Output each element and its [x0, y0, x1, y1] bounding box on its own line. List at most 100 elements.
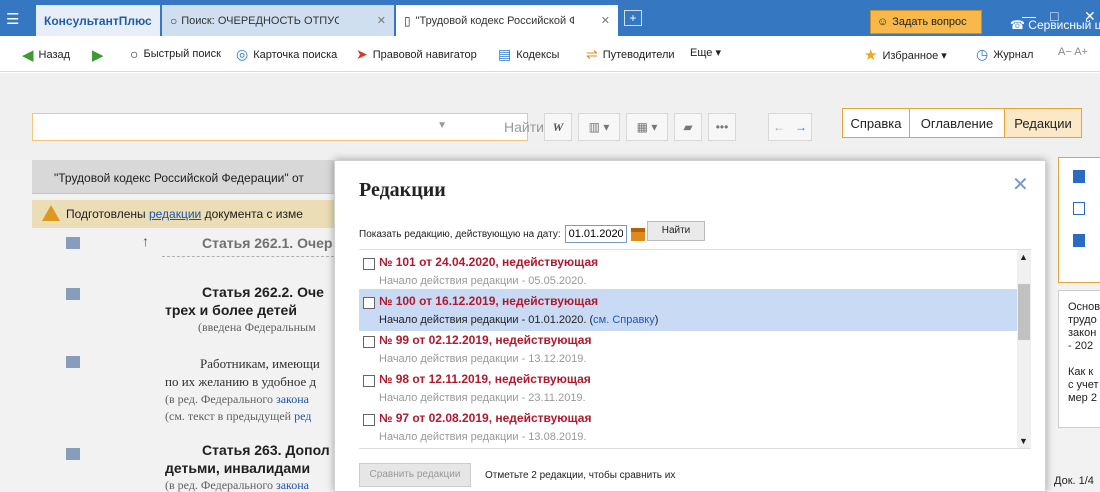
edition-title[interactable]: № 100 от 16.12.2019, недействующая: [379, 294, 598, 308]
back-label: Назад: [38, 49, 71, 61]
list-item[interactable]: № 99 от 02.12.2019, недействующая Начало…: [359, 328, 1017, 370]
main-toolbar: ◀ Назад ▶ ○ Быстрый поиск ◎ Карточка пои…: [0, 36, 1100, 72]
date-input[interactable]: [564, 225, 627, 243]
edit-icon[interactable]: [1073, 202, 1085, 215]
scroll-down-icon[interactable]: ▼: [1019, 436, 1028, 446]
edition-start-tail: ): [654, 314, 659, 326]
codes-button[interactable]: ▤ Кодексы: [498, 46, 559, 63]
comment-icon: ▰: [683, 120, 693, 134]
dropdown-arrow-icon[interactable]: ▼: [437, 120, 447, 131]
scrollbar[interactable]: ▲ ▼: [1017, 250, 1031, 448]
more-actions-button[interactable]: •••: [708, 113, 736, 141]
arrow-left-icon[interactable]: ←: [773, 120, 785, 134]
info-icon[interactable]: [1073, 170, 1085, 183]
document-counter: Док. 1/4: [1054, 475, 1094, 487]
related-line: Основ: [1068, 301, 1100, 313]
document-icon[interactable]: [1073, 234, 1085, 247]
edition-title[interactable]: № 101 от 24.04.2020, недействующая: [379, 255, 598, 269]
font-size-label: A− A+: [1058, 46, 1088, 58]
guides-label: Путеводители: [602, 48, 675, 61]
tab-editions[interactable]: Редакции: [1004, 108, 1082, 138]
edition-start: Начало действия редакции - 01.01.2020. (…: [379, 314, 658, 326]
tab-label: КонсультантПлюс: [44, 13, 152, 28]
menu-icon[interactable]: ☰: [6, 10, 19, 28]
related-line: трудо: [1068, 314, 1097, 326]
tab-label: "Трудовой кодекс Российской Федер: [415, 14, 574, 27]
document-icon: ▯: [404, 13, 411, 28]
prev-next-buttons[interactable]: ← →: [768, 113, 812, 141]
search-card-button[interactable]: ◎ Карточка поиска: [236, 46, 337, 63]
guides-icon: ⇌: [586, 46, 598, 62]
legal-navigator-label: Правовой навигатор: [372, 48, 477, 61]
comment-button[interactable]: ▰: [674, 113, 702, 141]
search-input[interactable]: ▼ Найти: [32, 113, 544, 141]
checkbox[interactable]: [363, 336, 375, 348]
favorites-button[interactable]: ★ Избранное ▾: [864, 46, 947, 64]
close-icon[interactable]: ✕: [377, 14, 386, 27]
quick-search-button[interactable]: ○ Быстрый поиск: [130, 46, 221, 62]
dialog-title: Редакции: [359, 179, 446, 201]
print-icon: ▥ ▾: [588, 120, 610, 134]
related-line: - 202: [1068, 340, 1094, 352]
forward-button[interactable]: ▶: [92, 46, 104, 64]
related-line: с учет: [1068, 379, 1099, 391]
codes-label: Кодексы: [516, 48, 560, 61]
scrollbar-thumb[interactable]: [1018, 284, 1030, 340]
editions-list: № 101 от 24.04.2020, недействующая Начал…: [359, 249, 1031, 449]
list-item[interactable]: № 97 от 02.08.2019, недействующая Начало…: [359, 406, 1017, 448]
close-icon[interactable]: ✕: [1012, 172, 1029, 197]
calendar-icon[interactable]: [630, 227, 645, 241]
font-size-buttons[interactable]: A− A+: [1058, 46, 1088, 58]
more-label: Еще ▾: [690, 47, 721, 59]
ellipsis-icon: •••: [715, 120, 729, 134]
checkbox[interactable]: [363, 297, 375, 309]
list-item[interactable]: № 98 от 12.11.2019, недействующая Начало…: [359, 367, 1017, 409]
find-button[interactable]: Найти: [647, 221, 705, 241]
close-icon[interactable]: ✕: [601, 14, 610, 27]
journal-button[interactable]: ◷ Журнал: [976, 46, 1033, 63]
checkbox[interactable]: [363, 414, 375, 426]
save-button[interactable]: ▦ ▾: [626, 113, 668, 141]
print-button[interactable]: ▥ ▾: [578, 113, 620, 141]
tab-search[interactable]: ○ Поиск: ОЧЕРЕДНОСТЬ ОТПУСКА РАБО ✕: [162, 5, 394, 36]
service-center-label: Сервисный цен: [1028, 18, 1100, 32]
compare-editions-button[interactable]: Сравнить редакции: [359, 463, 471, 487]
back-arrow-icon: ◀: [22, 47, 34, 64]
search-card-icon: ◎: [236, 46, 249, 62]
edition-title[interactable]: № 97 от 02.08.2019, недействующая: [379, 411, 591, 425]
edition-title[interactable]: № 98 от 12.11.2019, недействующая: [379, 372, 591, 386]
related-line: мер 2: [1068, 392, 1097, 404]
list-item-selected[interactable]: № 100 от 16.12.2019, недействующая Начал…: [359, 289, 1017, 331]
scroll-up-icon[interactable]: ▲: [1019, 252, 1028, 262]
ask-question-button[interactable]: ☺ Задать вопрос: [870, 10, 982, 34]
search-icon: ○: [170, 13, 178, 28]
edition-start: Начало действия редакции - 05.05.2020.: [379, 275, 587, 287]
checkbox[interactable]: [363, 375, 375, 387]
forward-arrow-icon: ▶: [92, 47, 104, 64]
edition-title[interactable]: № 99 от 02.12.2019, недействующая: [379, 333, 591, 347]
tab-reference[interactable]: Справка: [842, 108, 910, 138]
navigator-icon: ➤: [356, 46, 368, 62]
checkbox[interactable]: [363, 258, 375, 270]
operator-icon: ☺: [877, 16, 889, 28]
back-button[interactable]: ◀ Назад: [22, 46, 70, 64]
list-item[interactable]: № 101 от 24.04.2020, недействующая Начал…: [359, 250, 1017, 292]
search-card-label: Карточка поиска: [253, 48, 338, 61]
tab-consultant-home[interactable]: КонсультантПлюс: [36, 5, 160, 36]
tab-document[interactable]: ▯ "Трудовой кодекс Российской Федер ✕: [396, 5, 618, 36]
journal-label: Журнал: [993, 48, 1034, 61]
guides-button[interactable]: ⇌ Путеводители: [586, 46, 675, 63]
date-label: Показать редакцию, действующую на дату:: [359, 228, 561, 240]
right-side-panel: [1058, 157, 1100, 283]
service-center-link[interactable]: ☎ Сервисный цен: [1010, 18, 1100, 32]
new-tab-button[interactable]: +: [624, 10, 642, 26]
word-export-button[interactable]: W: [544, 113, 572, 141]
edition-start-text: Начало действия редакции - 01.01.2020. (: [379, 314, 594, 326]
more-menu[interactable]: Еще ▾: [690, 46, 721, 59]
legal-navigator-button[interactable]: ➤ Правовой навигатор: [356, 46, 477, 63]
tab-contents-label: Оглавление: [920, 115, 994, 131]
tab-contents[interactable]: Оглавление: [909, 108, 1005, 138]
arrow-right-icon[interactable]: →: [795, 120, 807, 134]
reference-link[interactable]: см. Справку: [593, 314, 655, 326]
